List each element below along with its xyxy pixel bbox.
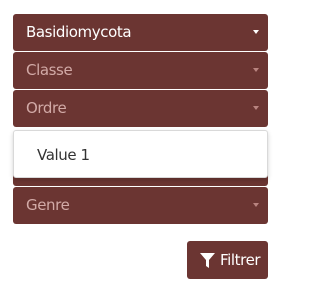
order-select-placeholder: Ordre <box>26 99 67 117</box>
filter-button[interactable]: Filtrer <box>187 241 268 279</box>
dropdown-option[interactable]: Value 1 <box>37 131 90 179</box>
class-select-placeholder: Classe <box>26 61 73 79</box>
chevron-down-icon <box>253 106 259 110</box>
dropdown-menu: Value 1 <box>13 130 268 178</box>
filter-button-label: Filtrer <box>220 251 261 269</box>
chevron-down-icon <box>253 68 259 72</box>
class-select[interactable]: Classe <box>13 52 268 89</box>
filter-icon <box>200 253 215 268</box>
genus-select-placeholder: Genre <box>26 196 70 214</box>
chevron-down-icon <box>253 30 259 34</box>
phylum-select[interactable]: Basidiomycota <box>13 14 268 51</box>
phylum-select-value: Basidiomycota <box>26 23 132 41</box>
chevron-down-icon <box>253 203 259 207</box>
order-select[interactable]: Ordre <box>13 90 268 127</box>
genus-select[interactable]: Genre <box>13 187 268 224</box>
